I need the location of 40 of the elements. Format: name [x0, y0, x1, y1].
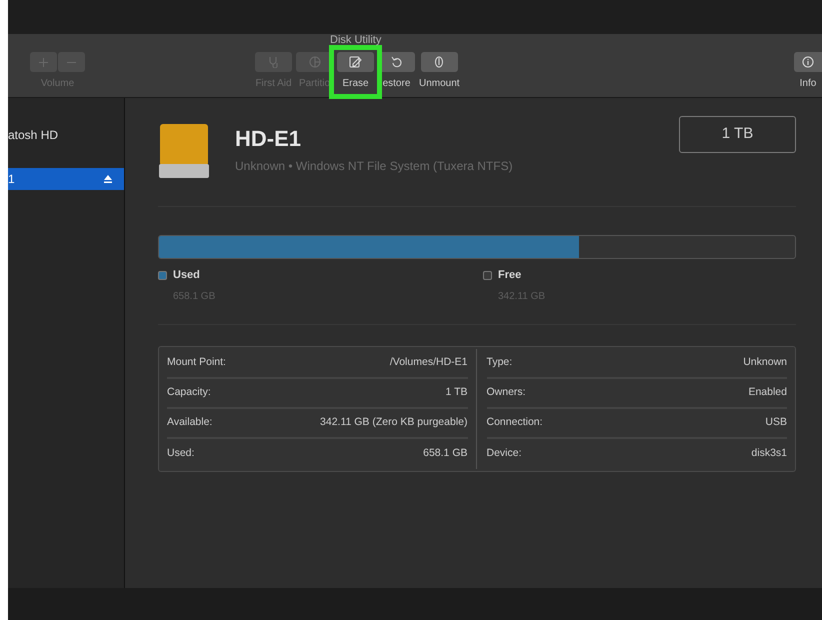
detail-label: Mount Point: [167, 354, 226, 370]
info-icon [802, 56, 814, 68]
drive-icon [158, 122, 210, 180]
sidebar-item[interactable]: 1 [8, 168, 124, 190]
detail-label: Owners: [486, 384, 526, 400]
eject-icon[interactable] [104, 175, 112, 183]
detail-label: Type: [486, 354, 512, 370]
erase-icon [349, 56, 362, 68]
detail-value: 342.11 GB (Zero KB purgeable) [320, 414, 468, 430]
pie-icon [308, 56, 320, 68]
rotate-icon [390, 56, 402, 68]
disk-icon [434, 56, 444, 68]
disk-description: Unknown • Windows NT File System (Tuxera NTFS) [235, 158, 514, 175]
legend-label: Free [498, 268, 522, 283]
info-button[interactable] [794, 52, 822, 72]
detail-label: Available: [167, 414, 212, 430]
detail-value: disk3s1 [751, 446, 787, 461]
plus-icon [39, 58, 48, 66]
toolbar-label: Info [800, 77, 816, 91]
legend-label: Used [173, 268, 200, 283]
toolbar-label: Erase [342, 77, 369, 91]
erase-button[interactable] [337, 52, 374, 72]
capacity-badge: 1 TB [679, 116, 796, 153]
stethoscope-icon [268, 56, 280, 68]
disk-name: HD-E1 [235, 125, 302, 153]
detail-value: 658.1 GB [423, 446, 468, 461]
window-title: Disk Utility [330, 34, 382, 46]
detail-label: Device: [486, 446, 522, 461]
detail-value: USB [765, 414, 787, 430]
detail-label: Used: [167, 446, 194, 461]
detail-value: Enabled [748, 384, 787, 400]
toolbar-label: Unmount [419, 77, 460, 91]
detail-label: Connection: [486, 414, 543, 430]
sidebar-item[interactable]: atosh HD [8, 124, 124, 146]
toolbar-label: estore [382, 77, 410, 91]
detail-value: 1 TB [446, 384, 468, 400]
detail-value: /Volumes/HD-E1 [390, 354, 468, 370]
unmount-button[interactable] [420, 52, 458, 72]
detail-value: Unknown [743, 354, 787, 370]
detail-label: Capacity: [167, 384, 211, 400]
